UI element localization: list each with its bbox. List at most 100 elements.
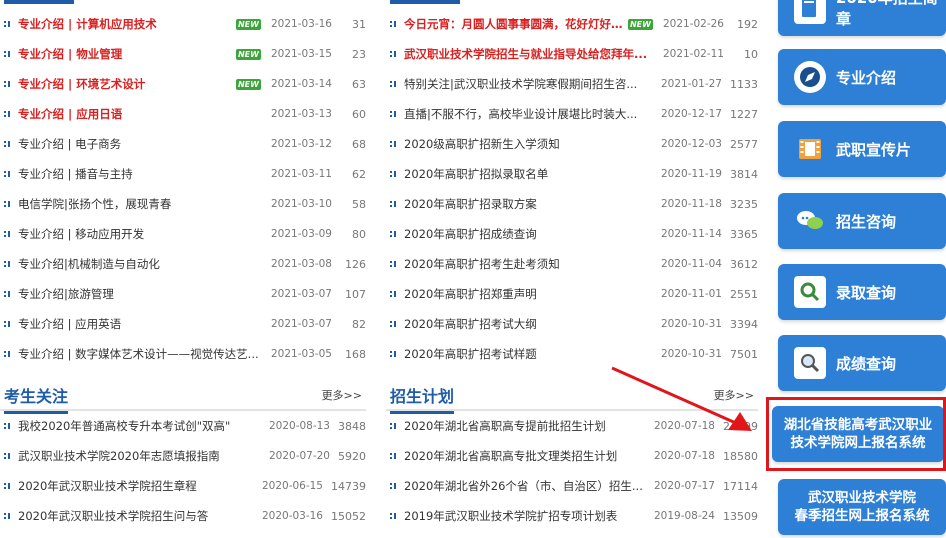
bullet-icon: [4, 351, 10, 357]
item-title-link[interactable]: 2020年湖北省外26个省（市、自治区）招生...: [404, 478, 648, 494]
bullet-icon: [390, 141, 396, 147]
item-date: 2020-10-31: [660, 318, 722, 330]
bullet-icon: [390, 201, 396, 207]
item-date: 2020-12-17: [660, 108, 722, 120]
item-title-link[interactable]: 专业介绍 | 移动应用开发: [18, 226, 265, 242]
item-date: 2020-07-20: [268, 450, 330, 462]
item-title-link[interactable]: 武汉职业技术学院招生与就业指导处给您拜年...: [404, 46, 657, 62]
list-item: 专业介绍 | 电子商务 2021-03-12 68: [0, 129, 366, 159]
item-title-link[interactable]: 2020年高职扩招考试样题: [404, 346, 655, 362]
consult-button[interactable]: 招生咨询: [778, 193, 946, 249]
list-item: 2020年高职扩招成绩查询 2020-11-14 3365: [386, 219, 758, 249]
item-title-link[interactable]: 专业介绍|旅游管理: [18, 286, 265, 302]
list-item: 专业介绍 | 计算机应用技术 NEW 2021-03-16 31: [0, 9, 366, 39]
item-title-link[interactable]: 2020年高职扩招录取方案: [404, 196, 655, 212]
item-title-link[interactable]: 专业介绍 | 应用英语: [18, 316, 265, 332]
section-underline: [390, 0, 460, 4]
item-date: 2021-03-11: [270, 168, 332, 180]
major-intro-button[interactable]: 专业介绍: [778, 49, 946, 105]
list-item: 电信学院|张扬个性，展现青春 2021-03-10 58: [0, 189, 366, 219]
bullet-icon: [390, 51, 396, 57]
item-date: 2020-11-04: [660, 258, 722, 270]
item-title-link[interactable]: 2020年高职扩招考试大纲: [404, 316, 655, 332]
bullet-icon: [390, 231, 396, 237]
item-title-link[interactable]: 专业介绍 | 数字媒体艺术设计——视觉传达艺...: [18, 346, 265, 362]
item-title-link[interactable]: 特别关注|武汉职业技术学院寒假期间招生咨...: [404, 76, 655, 92]
item-title-link[interactable]: 专业介绍 | 应用日语: [18, 106, 265, 122]
item-date: 2021-03-16: [270, 18, 332, 30]
list-item: 今日元宵：月圆人圆事事圆满，花好灯好好事... NEW 2021-02-26 192: [386, 9, 758, 39]
item-view-count: 3612: [730, 257, 758, 271]
item-title-link[interactable]: 我校2020年普通高校专升本考试创"双高": [18, 418, 263, 434]
item-view-count: 3848: [338, 419, 366, 433]
list-item: 2020年高职扩招考试大纲 2020-10-31 3394: [386, 309, 758, 339]
section-header-kaosheng: 考生关注 更多>>: [0, 381, 366, 414]
item-title-link[interactable]: 专业介绍 | 物业管理: [18, 46, 236, 62]
spring-apply-line1: 武汉职业技术学院: [808, 490, 916, 506]
item-date: 2020-07-18: [653, 420, 715, 432]
item-date: 2021-03-12: [270, 138, 332, 150]
bullet-icon: [390, 453, 396, 459]
more-link[interactable]: 更多>>: [714, 387, 754, 403]
film-icon: [794, 133, 826, 165]
item-date: 2020-07-18: [653, 450, 715, 462]
bullet-icon: [390, 291, 396, 297]
item-title-link[interactable]: 专业介绍|机械制造与自动化: [18, 256, 265, 272]
list-item: 2020年高职扩招郑重声明 2020-11-01 2551: [386, 279, 758, 309]
item-view-count: 60: [352, 107, 366, 121]
list-item: 2020年高职扩招录取方案 2020-11-18 3235: [386, 189, 758, 219]
spring-apply-button[interactable]: 武汉职业技术学院 春季招生网上报名系统: [778, 479, 946, 535]
list-item: 专业介绍 | 应用日语 2021-03-13 60: [0, 99, 366, 129]
item-view-count: 7501: [730, 347, 758, 361]
list-item: 专业介绍|旅游管理 2021-03-07 107: [0, 279, 366, 309]
item-title-link[interactable]: 电信学院|张扬个性，展现青春: [18, 196, 265, 212]
item-date: 2021-01-27: [660, 78, 722, 90]
item-title-link[interactable]: 2020年武汉职业技术学院招生章程: [18, 478, 256, 494]
item-title-link[interactable]: 专业介绍 | 计算机应用技术: [18, 16, 236, 32]
more-link[interactable]: 更多>>: [322, 387, 362, 403]
item-date: 2020-11-18: [660, 198, 722, 210]
item-view-count: 24499: [723, 419, 758, 433]
item-view-count: 15052: [331, 509, 366, 523]
item-view-count: 31: [352, 17, 366, 31]
item-title-link[interactable]: 今日元宵：月圆人圆事事圆满，花好灯好好事...: [404, 16, 628, 32]
list-item: 2020年高职扩招考生赴考须知 2020-11-04 3612: [386, 249, 758, 279]
item-title-link[interactable]: 专业介绍 | 电子商务: [18, 136, 265, 152]
item-title-link[interactable]: 2020年湖北省高职高专批文理类招生计划: [404, 448, 648, 464]
item-title-link[interactable]: 2019年武汉职业技术学院扩招专项计划表: [404, 508, 648, 524]
item-title-link[interactable]: 专业介绍 | 播音与主持: [18, 166, 265, 182]
item-date: 2020-11-01: [660, 288, 722, 300]
item-view-count: 17114: [723, 479, 758, 493]
item-date: 2020-11-14: [660, 228, 722, 240]
item-view-count: 14739: [331, 479, 366, 493]
list-item: 2020年高职扩招拟录取名单 2020-11-19 3814: [386, 159, 758, 189]
promo-video-button[interactable]: 武职宣传片: [778, 121, 946, 177]
book-icon: [794, 0, 826, 24]
item-title-link[interactable]: 2020年武汉职业技术学院招生问与答: [18, 508, 256, 524]
item-view-count: 3365: [730, 227, 758, 241]
admission-query-button[interactable]: 录取查询: [778, 264, 946, 320]
item-date: 2021-03-05: [270, 348, 332, 360]
new-badge-icon: NEW: [627, 18, 653, 30]
score-query-button[interactable]: 成绩查询: [778, 335, 946, 391]
section-header-zhaosheng: 招生计划 更多>>: [386, 381, 758, 414]
item-view-count: 68: [352, 137, 366, 151]
item-view-count: 5920: [338, 449, 366, 463]
section-underline: [4, 0, 74, 4]
item-date: 2021-03-07: [270, 288, 332, 300]
magnifier-icon: [794, 347, 826, 379]
item-title-link[interactable]: 2020年湖北省高职高专提前批招生计划: [404, 418, 648, 434]
list-item: 我校2020年普通高校专升本考试创"双高" 2020-08-13 3848: [0, 411, 366, 441]
item-title-link[interactable]: 2020年高职扩招拟录取名单: [404, 166, 655, 182]
brochure-button[interactable]: 2020年招生简章: [778, 0, 946, 36]
bullet-icon: [390, 513, 396, 519]
item-title-link[interactable]: 专业介绍 | 环境艺术设计: [18, 76, 236, 92]
item-title-link[interactable]: 2020年高职扩招考生赴考须知: [404, 256, 655, 272]
section-title: 考生关注: [4, 383, 69, 414]
item-title-link[interactable]: 2020年高职扩招成绩查询: [404, 226, 655, 242]
item-title-link[interactable]: 2020年高职扩招郑重声明: [404, 286, 655, 302]
item-title-link[interactable]: 直播|不服不行，高校毕业设计展堪比时装大...: [404, 106, 655, 122]
list-item: 2020年武汉职业技术学院招生章程 2020-06-15 14739: [0, 471, 366, 501]
item-title-link[interactable]: 武汉职业技术学院2020年志愿填报指南: [18, 448, 263, 464]
item-title-link[interactable]: 2020级高职扩招新生入学须知: [404, 136, 655, 152]
